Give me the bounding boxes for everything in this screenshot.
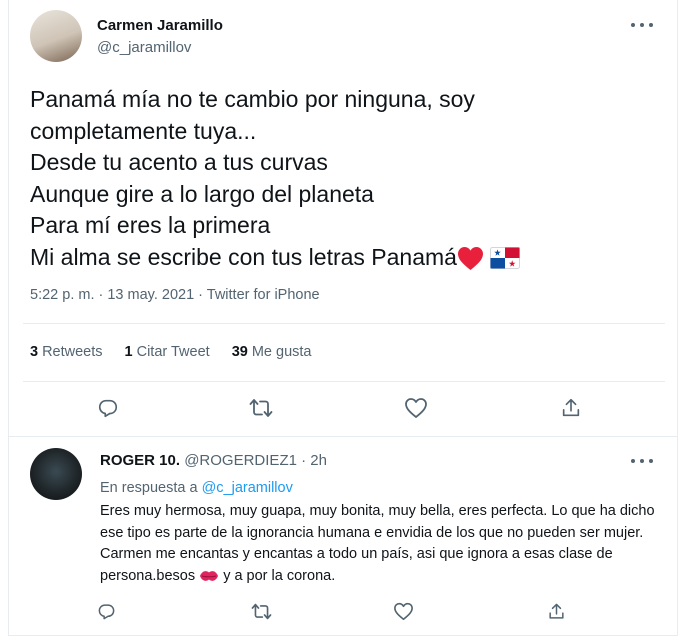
reply-author-handle[interactable]: @ROGERDIEZ1 [184,452,297,469]
red-heart-emoji [457,246,483,270]
tweet-line-6: Mi alma se escribe con tus letras Panamá [30,243,457,270]
tweet-line-3: Desde tu acento a tus curvas [30,149,328,175]
retweet-icon[interactable] [250,600,272,622]
reply-author-avatar[interactable] [30,448,82,500]
tweet-line-5: Para mí eres la primera [30,212,271,238]
reply-text-main: Eres muy hermosa, muy guapa, muy bonita,… [100,503,655,584]
reply-icon[interactable] [95,600,117,622]
quotes-count: 1 [124,344,133,360]
tweet-meta[interactable]: 5:22 p. m. · 13 may. 2021 · Twitter for … [30,287,320,303]
likes-stat[interactable]: 39 Me gusta [232,344,312,360]
like-icon[interactable] [392,600,414,622]
tweet-line-1: Panamá mía no te cambio por ninguna, soy [30,86,475,112]
like-icon[interactable] [403,395,429,421]
share-icon[interactable] [558,395,584,421]
divider [23,323,665,324]
tweet-line-2: completamente tuya... [30,117,257,144]
reply-context: En respuesta a @c_jaramillov [100,480,293,496]
tweet-detail-card: Carmen Jaramillo @c_jaramillov Panamá mí… [8,0,678,636]
reply-icon[interactable] [95,395,121,421]
kiss-mark-emoji [200,570,219,581]
divider [23,381,665,382]
quotes-stat[interactable]: 1 Citar Tweet [125,344,210,360]
retweets-count: 3 [30,344,39,360]
quotes-label: Citar Tweet [136,344,210,360]
reply-time[interactable]: · 2h [301,452,327,469]
likes-label: Me gusta [251,344,312,360]
tweet-line-4: Aunque gire a lo largo del planeta [30,180,374,207]
author-avatar[interactable] [30,10,82,62]
panama-flag-emoji [490,247,521,270]
tweet-stats: 3 Retweets 1 Citar Tweet 39 Me gusta [30,344,311,360]
tweet-text: Panamá mía no te cambio por ninguna, soy… [30,84,660,273]
retweet-icon[interactable] [248,395,274,421]
more-icon[interactable] [631,456,653,466]
share-icon[interactable] [545,600,567,622]
reply-header: ROGER 10. @ROGERDIEZ1 · 2h [100,452,327,469]
likes-count: 39 [231,344,248,360]
author-handle[interactable]: @c_jaramillov [97,39,191,56]
divider [9,436,677,437]
reply-text: Eres muy hermosa, muy guapa, muy bonita,… [100,501,660,587]
retweets-label: Retweets [42,344,103,360]
retweets-stat[interactable]: 3 Retweets [30,344,103,360]
reply-context-prefix: En respuesta a [100,480,198,496]
author-name[interactable]: Carmen Jaramillo [97,17,223,34]
reply-text-end: y a por la corona. [223,567,336,584]
more-icon[interactable] [631,20,653,30]
reply-author-name[interactable]: ROGER 10. [100,452,180,469]
reply-context-handle[interactable]: @c_jaramillov [202,480,293,496]
